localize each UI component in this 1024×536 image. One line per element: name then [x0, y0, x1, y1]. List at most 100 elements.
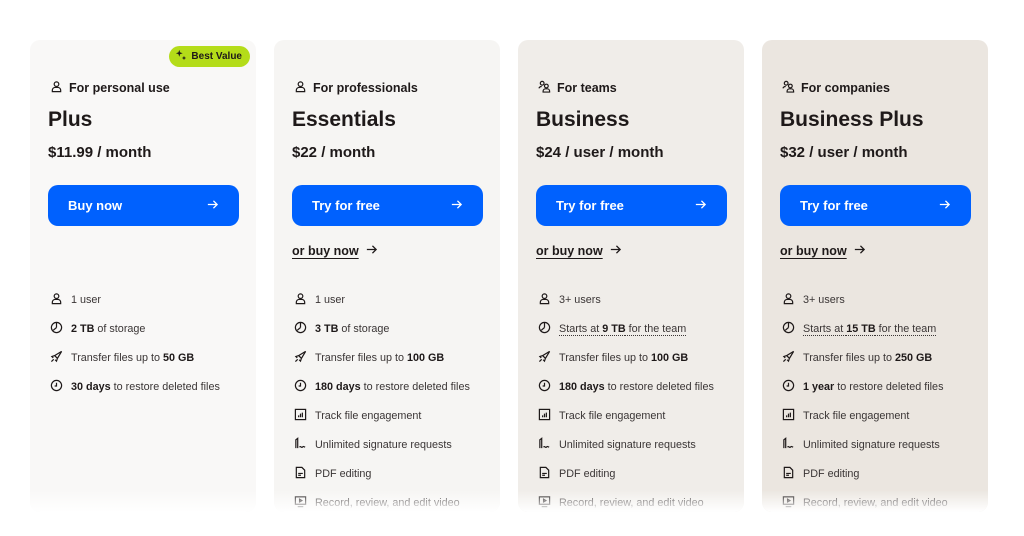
plan-price: $32 / user / month — [780, 144, 908, 161]
clock-icon — [294, 379, 307, 395]
feature-text-bold: 2 TB — [71, 323, 95, 336]
feature-text: Record, review, and edit video — [559, 497, 704, 509]
storage-icon — [294, 321, 307, 337]
cta-label: Try for free — [556, 198, 624, 213]
cta-label: Buy now — [68, 198, 123, 213]
feature-text: 1 user — [71, 294, 101, 306]
feature-text-post: to restore deleted files — [110, 381, 220, 394]
cta-button[interactable]: Try for free — [536, 185, 727, 226]
person-icon — [50, 292, 63, 308]
cta-button[interactable]: Buy now — [48, 185, 239, 226]
storage-icon — [538, 321, 551, 337]
buy-now-link[interactable]: or buy now — [780, 243, 866, 259]
feature-text: 30 days to restore deleted files — [71, 381, 220, 393]
feature-list: 3+ users Starts at 9 TB for the team Trans… — [538, 286, 714, 512]
feature-list: 3+ users Starts at 15 TB for the team Tran… — [782, 286, 948, 512]
feature-text: Track file engagement — [315, 410, 421, 422]
feature-text-bold: 100 GB — [651, 352, 689, 365]
feature-item: Transfer files up to 250 GB — [782, 344, 948, 373]
plan-name: Essentials — [292, 108, 396, 131]
storage-icon — [782, 321, 795, 337]
feature-text-post: 3+ users — [559, 294, 601, 307]
feature-text-post: to restore deleted files — [360, 381, 470, 394]
feature-text-pre: Transfer files up to — [315, 352, 408, 365]
feature-item: PDF editing — [538, 459, 714, 488]
chart-icon — [294, 408, 307, 424]
plan-audience: For personal use — [50, 80, 170, 96]
send-icon — [294, 350, 307, 366]
person-icon — [294, 80, 307, 96]
feature-text-pre: Track file engagement — [315, 410, 422, 422]
send-icon — [50, 350, 63, 366]
feature-text-bold: 180 days — [559, 381, 605, 394]
feature-text: Transfer files up to 250 GB — [803, 352, 932, 364]
feature-text: Transfer files up to 50 GB — [71, 352, 194, 364]
feature-text-pre: Transfer files up to — [559, 352, 652, 365]
feature-list: 1 user 2 TB of storage Transfer files up t… — [50, 286, 220, 402]
feature-text: 1 year to restore deleted files — [803, 381, 943, 393]
feature-text-pre: Track file engagement — [559, 410, 666, 422]
pricing-cards: Best Value For personal use Plus $11.99 / m… — [30, 40, 988, 512]
cta-label: Try for free — [800, 198, 868, 213]
feature-text: PDF editing — [803, 468, 859, 480]
feature-text-bold: 180 days — [315, 381, 361, 394]
feature-text: Track file engagement — [803, 410, 909, 422]
arrow-right-icon — [206, 198, 219, 214]
feature-item: Unlimited signature requests — [294, 430, 470, 459]
feature-text: 180 days to restore deleted files — [315, 381, 470, 393]
arrow-right-icon — [450, 198, 463, 214]
feature-text-pre: Unlimited signature requests — [559, 438, 696, 451]
video-icon — [294, 495, 307, 511]
arrow-right-icon — [694, 198, 707, 214]
feature-text-post: 3+ users — [803, 294, 845, 307]
storage-icon — [50, 321, 63, 337]
plan-name: Plus — [48, 108, 93, 131]
feature-item: Unlimited signature requests — [538, 430, 714, 459]
person-icon — [50, 80, 63, 96]
cta-button[interactable]: Try for free — [780, 185, 971, 226]
video-icon — [538, 495, 551, 511]
plan-audience: For professionals — [294, 80, 418, 96]
audience-label: For teams — [557, 81, 617, 95]
send-icon — [538, 350, 551, 366]
plan-card-2: For teams Business $24 / user / month Try f… — [518, 40, 744, 512]
buy-now-label: or buy now — [292, 244, 359, 258]
feature-text-post: to restore deleted files — [604, 381, 714, 394]
feature-text[interactable]: Starts at 9 TB for the team — [559, 323, 686, 335]
feature-text: 3+ users — [803, 294, 845, 306]
buy-now-link[interactable]: or buy now — [536, 243, 622, 259]
feature-item: Track file engagement — [782, 402, 948, 431]
plan-price: $11.99 / month — [48, 144, 152, 161]
sparkle-icon — [175, 49, 187, 64]
feature-text-pre: Record, review, and edit video — [315, 496, 460, 509]
feature-item: PDF editing — [782, 459, 948, 488]
pdf-icon — [294, 466, 307, 482]
signature-icon — [538, 437, 551, 453]
chart-icon — [538, 408, 551, 424]
buy-now-link[interactable]: or buy now — [292, 243, 378, 259]
feature-item: Track file engagement — [294, 402, 470, 431]
feature-item: 180 days to restore deleted files — [538, 373, 714, 402]
person-icon — [294, 292, 307, 308]
cta-button[interactable]: Try for free — [292, 185, 483, 226]
feature-text: Record, review, and edit video — [803, 497, 948, 509]
feature-text: 3+ users — [559, 294, 601, 306]
plan-audience: For companies — [782, 80, 890, 96]
feature-text-bold: 15 TB — [846, 323, 876, 336]
buy-now-label: or buy now — [780, 244, 847, 258]
signature-icon — [294, 437, 307, 453]
video-icon — [782, 495, 795, 511]
feature-item: Unlimited signature requests — [782, 430, 948, 459]
feature-text-pre: PDF editing — [315, 467, 372, 480]
feature-text-pre: Track file engagement — [803, 410, 910, 422]
feature-item: 1 user — [50, 286, 220, 315]
feature-text-pre: Record, review, and edit video — [559, 496, 704, 509]
cta-label: Try for free — [312, 198, 380, 213]
pdf-icon — [538, 466, 551, 482]
feature-item: Record, review, and edit video — [538, 488, 714, 512]
feature-text[interactable]: Starts at 15 TB for the team — [803, 323, 936, 335]
feature-text: Track file engagement — [559, 410, 665, 422]
feature-text: Unlimited signature requests — [315, 439, 452, 451]
feature-text-post: of storage — [94, 323, 146, 336]
feature-text: Transfer files up to 100 GB — [315, 352, 444, 364]
